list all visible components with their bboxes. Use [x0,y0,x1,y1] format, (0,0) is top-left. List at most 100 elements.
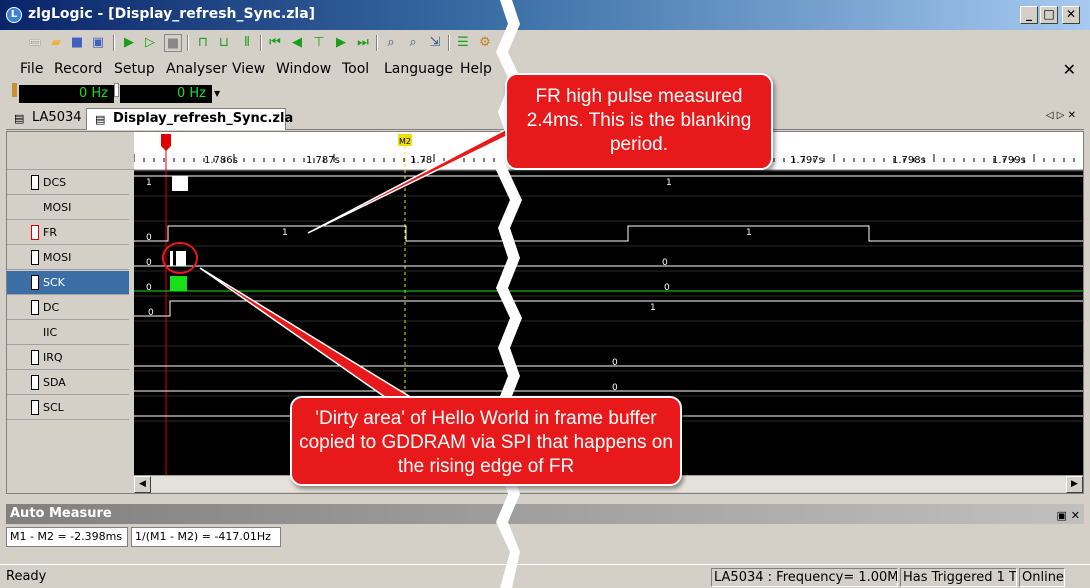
close-button[interactable]: ✕ [1062,6,1080,24]
open-folder-icon[interactable]: ▰ [47,34,65,52]
channel-name: DC [43,301,60,314]
callout-dirty-area: 'Dirty area' of Hello World in frame buf… [290,396,682,486]
bus-icon[interactable]: ⦀ [238,34,256,52]
app-logo-icon: L [6,7,22,23]
wave-value: 0 [146,258,152,268]
channel-name: SCL [43,401,64,414]
dropdown-arrow-icon[interactable]: ▼ [214,89,220,98]
marker-m1-icon [161,134,171,146]
channel-row-scl[interactable]: SCL [7,396,129,420]
save-all-icon[interactable]: ▣ [89,34,107,52]
menu-setup[interactable]: Setup [114,61,155,77]
timeline-tick-label: 1.78 [410,155,432,166]
menu-record[interactable]: Record [54,61,102,77]
timeline-tick-label: 1.787s [306,155,340,166]
timeline-tick-label: 1.798s [892,155,926,166]
menu-tool[interactable]: Tool [342,61,369,77]
channel-name: FR [43,226,57,239]
prev-icon[interactable]: ◀ [288,34,306,52]
channel-row-dc[interactable]: DC [7,296,129,320]
timeline-tick-label: 1.786s [204,155,238,166]
channel-name: MOSI [43,251,72,264]
wave-value: 1 [746,228,752,238]
channel-icon [31,250,39,265]
channel-row-mosi[interactable]: MOSI [7,246,129,270]
channel-list: DCS MOSI FR MOSI SCK DC IIC IRQ SDA SCL [7,132,134,493]
wave-sck-burst [170,276,187,291]
stop-icon[interactable]: ■ [164,34,182,52]
channel-row-mosi[interactable]: MOSI [7,196,129,220]
wave-value: 0 [662,258,668,268]
channel-row-sck[interactable]: SCK [7,271,129,295]
channel-name: IIC [43,326,58,339]
document-icon: ▤ [14,112,25,125]
channel-row-sda[interactable]: SDA [7,371,129,395]
wave-value: 1 [650,303,656,313]
menu-help[interactable]: Help [460,61,492,77]
tab-label: Display_refresh_Sync.zla [113,111,294,126]
menu-view[interactable]: View [232,61,265,77]
pin-icon[interactable]: ▣ ✕ [1057,506,1080,526]
timeline-tick-label: 1.797s [790,155,824,166]
channel-row-iic[interactable]: IIC [7,321,129,345]
marker-m2-label: M2 [399,137,411,146]
wave-value: 0 [612,383,618,393]
toolbar-separator [376,35,378,51]
channel-color-marker [114,83,119,97]
window-title: zlgLogic - [Display_refresh_Sync.zla] [28,6,316,22]
auto-measure-header: Auto Measure ▣ ✕ [6,504,1084,524]
mdi-close-icon[interactable]: ✕ [1063,60,1076,79]
channel-name: IRQ [43,351,63,364]
channel-name: SCK [43,276,65,289]
channel-name: DCS [43,176,67,189]
channel-color-marker [12,83,17,97]
trigger-fall-icon[interactable]: ⊔ [215,34,233,52]
settings-icon[interactable]: ⚙ [476,34,494,52]
run-step-icon[interactable]: ▷ [141,34,159,52]
save-icon[interactable]: ■ [68,34,86,52]
search-next-icon[interactable]: ⌕ [404,34,422,52]
channel-icon [31,400,39,415]
measure-m1-m2: M1 - M2 = -2.398ms [6,527,128,547]
toolbar-separator [187,35,189,51]
wave-mosi-activity [170,251,173,266]
timeline-tick-label: 1.799s [992,155,1026,166]
measure-frequency: 1/(M1 - M2) = -417.01Hz [131,527,281,547]
channel-icon [31,350,39,365]
wave-dcs-activity [172,176,188,191]
maximize-button[interactable]: □ [1040,6,1058,24]
run-icon[interactable]: ▶ [120,34,138,52]
channel-config-icon[interactable]: ☰ [454,34,472,52]
status-frequency: LA5034 : Frequency= 1.00MHz [711,568,898,587]
channel-row-irq[interactable]: IRQ [7,346,129,370]
auto-measure-title: Auto Measure [10,506,112,521]
tab-la5034[interactable]: ▤ LA5034 [6,108,86,130]
first-icon[interactable]: ⏮ [266,34,284,52]
toolbar-separator [260,35,262,51]
trigger-rise-icon[interactable]: ⊓ [194,34,212,52]
tab-label: LA5034 [32,110,82,125]
tab-display-refresh[interactable]: ▤ Display_refresh_Sync.zla [86,108,293,130]
last-icon[interactable]: ⏭ [354,34,372,52]
center-icon[interactable]: ⊤ [310,34,328,52]
scroll-left-icon[interactable]: ◀ [134,476,151,493]
search-icon[interactable]: ⌕ [382,34,400,52]
next-icon[interactable]: ▶ [332,34,350,52]
menu-analyser[interactable]: Analyser [166,61,227,77]
wave-value: 1 [666,178,672,188]
channel-icon [31,375,39,390]
minimize-button[interactable]: _ [1020,6,1038,24]
scroll-right-icon[interactable]: ▶ [1066,476,1083,493]
channel-icon [31,300,39,315]
wave-value: 1 [282,228,288,238]
menu-file[interactable]: File [20,61,43,77]
channel-row-fr[interactable]: FR [7,221,129,245]
menu-window[interactable]: Window [276,61,331,77]
frequency-readout-1: 0 Hz [19,85,114,103]
channel-row-dcs[interactable]: DCS [7,171,129,195]
wave-value: 0 [148,308,154,318]
menu-language[interactable]: Language [384,61,453,77]
new-file-icon[interactable]: ▭ [26,34,44,52]
measure-icon[interactable]: ⇲ [426,34,444,52]
tab-scroll-arrows[interactable]: ◁ ▷ ✕ [1046,110,1076,121]
